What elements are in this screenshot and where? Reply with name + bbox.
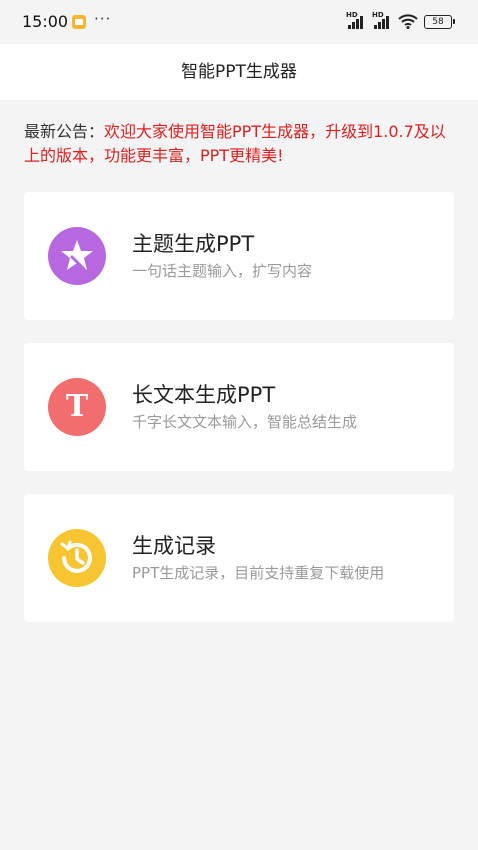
wifi-icon	[398, 14, 418, 29]
generation-history-card[interactable]: 生成记录 PPT生成记录，目前支持重复下载使用	[24, 494, 454, 622]
text-t-glyph: T	[65, 389, 89, 424]
more-notifications-icon: ···	[94, 10, 112, 28]
card-title: 主题生成PPT	[132, 232, 255, 256]
status-time: 15:00	[22, 12, 69, 31]
app-bar: 智能PPT生成器	[0, 44, 478, 100]
status-bar: 15:00 ··· HD HD 58	[0, 0, 478, 44]
long-text-generate-card[interactable]: T 长文本生成PPT 千字长文文本输入，智能总结生成	[24, 343, 454, 471]
star-wand-icon	[48, 227, 106, 285]
announcement: 最新公告：欢迎大家使用智能PPT生成器，升级到1.0.7及以上的版本，功能更丰富…	[24, 120, 456, 168]
page-title: 智能PPT生成器	[181, 62, 297, 82]
text-t-icon: T	[48, 378, 106, 436]
notification-app-icon	[72, 15, 86, 29]
card-title: 长文本生成PPT	[132, 383, 276, 407]
card-subtitle: 千字长文文本输入，智能总结生成	[132, 413, 358, 431]
signal-hd-label-2: HD	[372, 11, 384, 19]
signal-icon: HD	[346, 11, 366, 29]
announcement-label: 最新公告：	[24, 122, 105, 141]
topic-generate-card[interactable]: 主题生成PPT 一句话主题输入，扩写内容	[24, 192, 454, 320]
card-title: 生成记录	[132, 534, 216, 558]
card-subtitle: PPT生成记录，目前支持重复下载使用	[132, 564, 385, 582]
clock-history-icon	[48, 529, 106, 587]
card-subtitle: 一句话主题输入，扩写内容	[132, 262, 313, 280]
signal-icon-2: HD	[372, 11, 392, 29]
battery-icon: 58	[424, 15, 455, 29]
signal-hd-label: HD	[346, 11, 358, 19]
